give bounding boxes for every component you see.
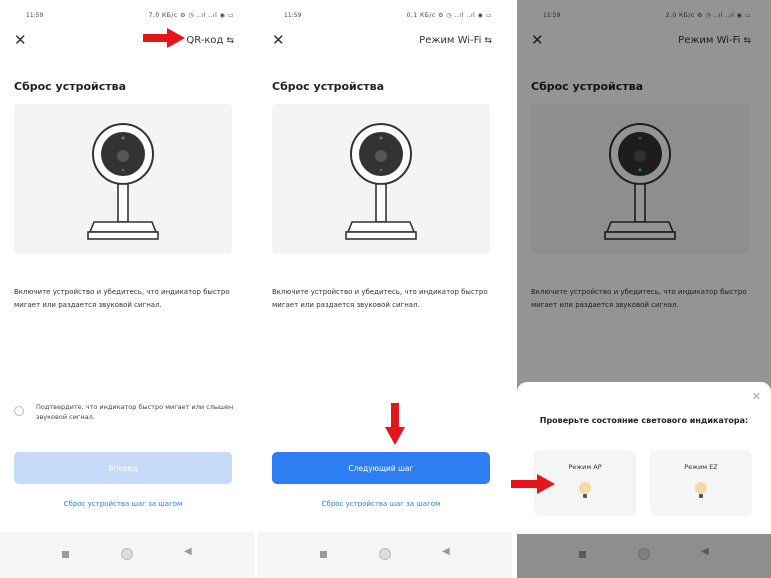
- option-label: Режим AP: [568, 463, 602, 471]
- bulb-icon: [695, 482, 707, 494]
- back-icon[interactable]: ◀: [442, 546, 450, 557]
- indicator-bottom-sheet: ✕ Проверьте состояние светового индикато…: [517, 382, 771, 534]
- bulb-base: [699, 494, 703, 498]
- recents-icon[interactable]: [320, 551, 327, 558]
- red-arrow: [511, 474, 555, 494]
- next-button[interactable]: Вперед: [14, 452, 232, 484]
- screen-qr-mode: 11:59 7,0 КБ/с ⚙ ◷ ..ıl ..ıl ◉ ▭ ✕ QR-ко…: [0, 0, 254, 578]
- status-time: 11:59: [26, 12, 44, 19]
- page-title: Сброс устройства: [272, 80, 385, 93]
- next-step-button[interactable]: Следующий шаг: [272, 452, 490, 484]
- home-icon[interactable]: [379, 548, 391, 560]
- camera-illustration: [14, 104, 232, 254]
- recents-icon[interactable]: [62, 551, 69, 558]
- mode-label: QR-код: [186, 35, 224, 46]
- option-label: Режим EZ: [684, 463, 718, 471]
- page-title: Сброс устройства: [14, 80, 127, 93]
- system-nav-bar: ◀: [0, 532, 254, 578]
- status-time: 11:59: [284, 12, 302, 19]
- screen-indicator-check: 11:59 2,0 КБ/с ⚙ ◷ ..ıl ..ıl ◉ ▭ ✕ Режим…: [517, 0, 771, 578]
- status-icons: 7,0 КБ/с ⚙ ◷ ..ıl ..ıl ◉ ▭: [148, 12, 234, 19]
- instruction-text: Включите устройство и убедитесь, что инд…: [272, 288, 488, 309]
- mode-switch-button[interactable]: QR-код ⇆: [186, 35, 234, 46]
- status-bar: 11:59 0,1 КБ/с ⚙ ◷ ..ıl ..ıl ◉ ▭: [258, 9, 512, 23]
- status-icons: 0,1 КБ/с ⚙ ◷ ..ıl ..ıl ◉ ▭: [406, 12, 492, 19]
- reset-step-by-step-link[interactable]: Сброс устройства шаг за шагом: [272, 500, 490, 508]
- red-arrow: [385, 403, 405, 445]
- home-icon[interactable]: [121, 548, 133, 560]
- mode-switch-button[interactable]: Режим Wi-Fi ⇆: [419, 35, 492, 46]
- swap-icon: ⇆: [226, 36, 234, 46]
- system-nav-bar: ◀: [258, 532, 512, 578]
- radio-icon[interactable]: [14, 406, 24, 416]
- mode-label: Режим Wi-Fi: [419, 35, 482, 46]
- reset-step-by-step-link[interactable]: Сброс устройства шаг за шагом: [14, 500, 232, 508]
- sheet-question: Проверьте состояние светового индикатора…: [539, 416, 749, 425]
- red-arrow: [143, 28, 185, 48]
- screen-wifi-mode: 11:59 0,1 КБ/с ⚙ ◷ ..ıl ..ıl ◉ ▭ ✕ Режим…: [258, 0, 512, 578]
- status-bar: 11:59 7,0 КБ/с ⚙ ◷ ..ıl ..ıl ◉ ▭: [0, 9, 254, 23]
- camera-illustration: [272, 104, 490, 254]
- confirm-checkbox[interactable]: Подтвердите, что индикатор быстро мигает…: [14, 402, 239, 422]
- confirm-label: Подтвердите, что индикатор быстро мигает…: [36, 403, 234, 421]
- close-sheet-icon[interactable]: ✕: [752, 390, 761, 403]
- close-icon[interactable]: ✕: [272, 32, 285, 48]
- bulb-icon: [579, 482, 591, 494]
- close-icon[interactable]: ✕: [14, 32, 27, 48]
- ez-mode-option[interactable]: Режим EZ: [650, 450, 752, 516]
- back-icon[interactable]: ◀: [184, 546, 192, 557]
- instruction-text: Включите устройство и убедитесь, что инд…: [14, 288, 230, 309]
- bulb-base: [583, 494, 587, 498]
- swap-icon: ⇆: [484, 36, 492, 46]
